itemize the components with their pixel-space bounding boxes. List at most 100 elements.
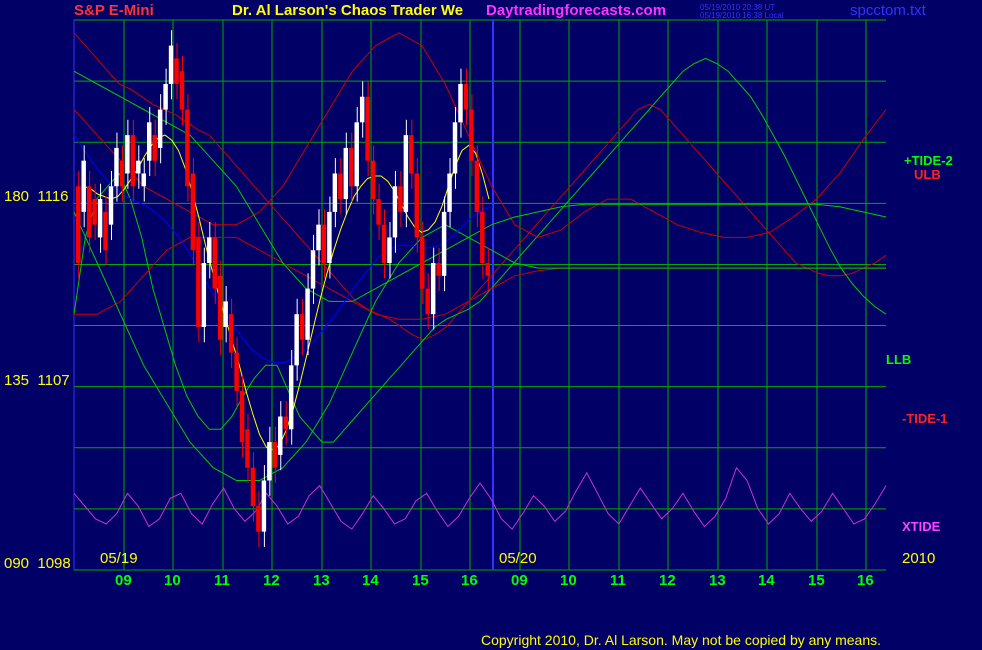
- instrument-title: S&P E-Mini: [74, 2, 154, 19]
- label-ulb: ULB: [914, 167, 941, 182]
- candle-body: [108, 186, 114, 225]
- candle-body: [76, 186, 81, 264]
- candle-body: [414, 173, 420, 238]
- x-tick-label: 13: [709, 572, 726, 589]
- candle-body: [316, 224, 321, 251]
- candle-body: [86, 186, 92, 238]
- candle-body: [376, 199, 381, 225]
- x-tick-label: 11: [610, 572, 626, 589]
- candle-body: [185, 109, 190, 187]
- x-tick-label: 14: [758, 572, 775, 589]
- candle-body: [447, 173, 452, 212]
- x-tick-label: 15: [412, 572, 429, 589]
- candle-body: [338, 173, 343, 200]
- x-tick-label: 09: [115, 572, 132, 589]
- site-link[interactable]: Daytradingforecasts.com: [486, 2, 666, 19]
- x-tick-label: 16: [461, 572, 478, 589]
- candle-body: [97, 199, 103, 238]
- candle-body: [239, 390, 245, 443]
- candle-body: [157, 109, 163, 148]
- candle-body: [217, 275, 223, 340]
- data-file-name: spcctom.txt: [850, 2, 926, 19]
- candle-body: [349, 147, 354, 187]
- x-tick-label: 12: [659, 572, 676, 589]
- candle-body: [305, 288, 310, 340]
- tide2-line: [73, 57, 887, 443]
- candle-body: [327, 211, 332, 264]
- x-tick-label: 11: [214, 572, 230, 589]
- date-label-0520: 05/20: [499, 550, 537, 567]
- candle-body: [245, 429, 250, 468]
- ulb-lower-line: [74, 236, 886, 320]
- candle-body: [163, 83, 168, 110]
- x-tick-label: 14: [362, 572, 379, 589]
- candle-body: [452, 122, 458, 174]
- y-label-180: 180 1116: [4, 188, 69, 205]
- candle-body: [463, 83, 469, 110]
- candle-body: [136, 160, 141, 174]
- candle-body: [146, 122, 152, 161]
- x-tick-label: 10: [164, 572, 181, 589]
- candle-body: [398, 186, 403, 212]
- label-xtide: XTIDE: [902, 519, 941, 534]
- label-tide2: +TIDE-2: [904, 153, 953, 168]
- candle-body: [190, 173, 196, 251]
- candle-body: [119, 160, 125, 187]
- year-label: 2010: [902, 550, 936, 567]
- candle-body: [474, 160, 480, 212]
- candle-body: [403, 135, 409, 212]
- x-tick-label: 09: [511, 572, 528, 589]
- label-tide1: -TIDE-1: [902, 411, 948, 426]
- candle-body: [256, 506, 261, 532]
- candle-body: [436, 263, 441, 276]
- candle-body: [392, 186, 398, 238]
- candle-body: [267, 442, 272, 481]
- candle-body: [458, 83, 463, 123]
- candle-body: [343, 147, 349, 200]
- x-tick-label: 16: [857, 572, 874, 589]
- candle-body: [480, 211, 485, 264]
- candle-body: [288, 365, 294, 430]
- candle-body: [425, 288, 430, 315]
- candle-body: [114, 147, 119, 187]
- candle-body: [234, 352, 239, 391]
- chart-title: Dr. Al Larson's Chaos Trader We: [232, 2, 464, 19]
- candle-body: [168, 45, 174, 84]
- candle-body: [294, 314, 299, 366]
- candle-body: [310, 250, 316, 289]
- copyright-footer: Copyright 2010, Dr. Al Larson. May not b…: [481, 632, 882, 648]
- candle-body: [81, 160, 86, 212]
- candle-body: [430, 263, 436, 315]
- y-label-135: 135 1107: [4, 372, 70, 389]
- candle-body: [174, 58, 179, 84]
- candle-body: [441, 211, 447, 276]
- candle-body: [228, 314, 234, 353]
- candle-body: [359, 96, 365, 123]
- candle-body: [485, 263, 490, 276]
- candle-body: [212, 237, 217, 289]
- candle-body: [103, 211, 108, 251]
- candle-body: [125, 135, 130, 174]
- candle-body: [409, 135, 414, 174]
- x-tick-label: 12: [263, 572, 280, 589]
- candle-body: [283, 416, 288, 430]
- chaos-chart: [73, 19, 887, 571]
- xtide-line: [73, 466, 887, 530]
- candle-body: [370, 160, 376, 200]
- timestamp-local: 05/19/2010 16:38 Local: [700, 11, 784, 20]
- date-label-0519: 05/19: [100, 550, 138, 567]
- candle-body: [420, 237, 425, 289]
- llb-upper-line: [73, 70, 887, 302]
- x-tick-label: 10: [560, 572, 577, 589]
- x-tick-label: 15: [808, 572, 825, 589]
- candle-body: [207, 237, 212, 264]
- candle-body: [387, 237, 392, 264]
- candle-body: [272, 442, 278, 468]
- candle-body: [201, 263, 207, 327]
- tide1-line: [73, 32, 887, 341]
- candle-body: [141, 173, 146, 187]
- candle-body: [354, 122, 359, 187]
- candle-body: [196, 237, 201, 327]
- candle-body: [278, 416, 283, 455]
- candle-body: [365, 96, 370, 161]
